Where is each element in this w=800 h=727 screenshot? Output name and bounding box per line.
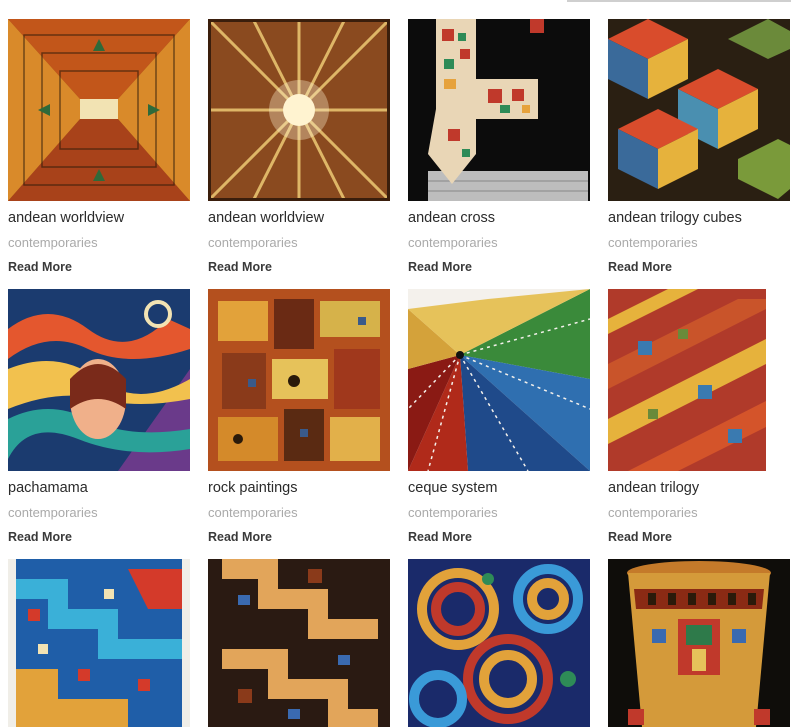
portfolio-card: rock paintings contemporaries Read More xyxy=(208,289,390,559)
read-more-link[interactable]: Read More xyxy=(408,530,472,544)
read-more-link[interactable]: Read More xyxy=(608,530,672,544)
artwork-category[interactable]: contemporaries xyxy=(408,505,590,527)
portfolio-card: andean worldview contemporaries Read Mor… xyxy=(208,19,390,289)
artwork-category[interactable]: contemporaries xyxy=(608,505,790,527)
artwork-thumbnail[interactable] xyxy=(608,289,790,471)
artwork-thumbnail[interactable] xyxy=(208,289,390,471)
artwork-title[interactable]: pachamama xyxy=(8,480,190,502)
search-underline xyxy=(567,0,791,2)
artwork-thumbnail[interactable] xyxy=(408,289,590,471)
read-more-link[interactable]: Read More xyxy=(608,260,672,274)
portfolio-grid: andean worldview contemporaries Read Mor… xyxy=(8,19,792,727)
portfolio-card xyxy=(608,559,790,727)
portfolio-card xyxy=(208,559,390,727)
artwork-thumbnail[interactable] xyxy=(608,19,790,201)
artwork-category[interactable]: contemporaries xyxy=(608,235,790,257)
artwork-thumbnail[interactable] xyxy=(208,559,390,727)
portfolio-card: pachamama contemporaries Read More xyxy=(8,289,190,559)
artwork-title[interactable]: rock paintings xyxy=(208,480,390,502)
artwork-thumbnail[interactable] xyxy=(608,559,790,727)
artwork-title[interactable]: andean trilogy cubes xyxy=(608,210,790,232)
artwork-thumbnail[interactable] xyxy=(408,19,590,201)
read-more-link[interactable]: Read More xyxy=(8,530,72,544)
artwork-category[interactable]: contemporaries xyxy=(408,235,590,257)
artwork-title[interactable]: andean worldview xyxy=(208,210,390,232)
read-more-link[interactable]: Read More xyxy=(208,530,272,544)
artwork-thumbnail[interactable] xyxy=(8,289,190,471)
artwork-thumbnail[interactable] xyxy=(8,19,190,201)
artwork-thumbnail[interactable] xyxy=(208,19,390,201)
artwork-thumbnail[interactable] xyxy=(408,559,590,727)
portfolio-card: andean cross contemporaries Read More xyxy=(408,19,590,289)
artwork-title[interactable]: ceque system xyxy=(408,480,590,502)
read-more-link[interactable]: Read More xyxy=(408,260,472,274)
artwork-title[interactable]: andean cross xyxy=(408,210,590,232)
artwork-title[interactable]: andean trilogy xyxy=(608,480,790,502)
portfolio-card: andean worldview contemporaries Read Mor… xyxy=(8,19,190,289)
portfolio-card: andean trilogy cubes contemporaries Read… xyxy=(608,19,790,289)
portfolio-card xyxy=(8,559,190,727)
portfolio-card xyxy=(408,559,590,727)
artwork-title[interactable]: andean worldview xyxy=(8,210,190,232)
artwork-thumbnail[interactable] xyxy=(8,559,190,727)
portfolio-card: andean trilogy contemporaries Read More xyxy=(608,289,790,559)
read-more-link[interactable]: Read More xyxy=(208,260,272,274)
artwork-category[interactable]: contemporaries xyxy=(208,505,390,527)
artwork-category[interactable]: contemporaries xyxy=(8,235,190,257)
artwork-category[interactable]: contemporaries xyxy=(208,235,390,257)
read-more-link[interactable]: Read More xyxy=(8,260,72,274)
artwork-category[interactable]: contemporaries xyxy=(8,505,190,527)
portfolio-card: ceque system contemporaries Read More xyxy=(408,289,590,559)
